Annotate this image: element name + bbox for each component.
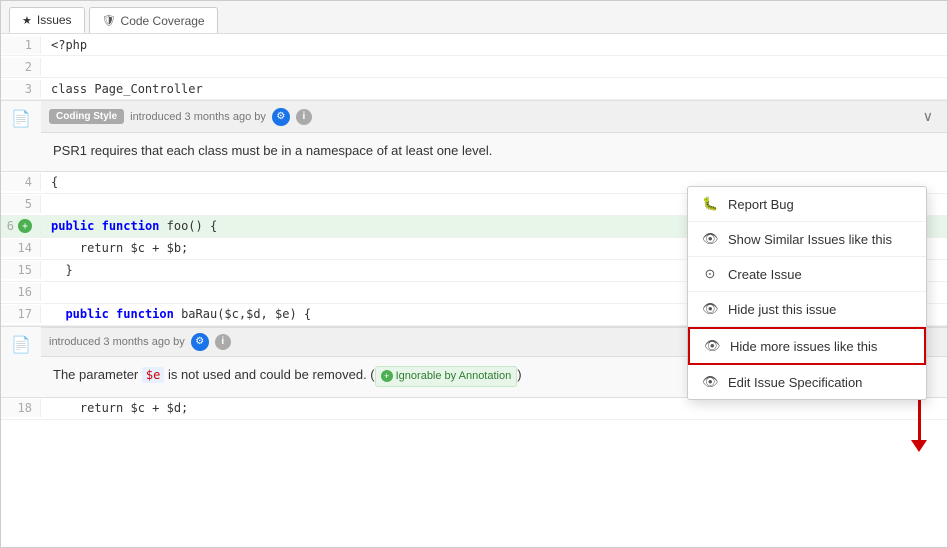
tab-issues[interactable]: ★ Issues: [9, 7, 85, 33]
line-num-16: 16: [1, 283, 41, 301]
report-bug-icon: 🐛: [702, 196, 718, 212]
edit-spec-icon: 👁: [702, 374, 718, 390]
plus-badge-6: +: [18, 219, 32, 233]
hide-just-label: Hide just this issue: [728, 302, 836, 317]
code-line-2: 2: [1, 56, 947, 78]
edit-spec-label: Edit Issue Specification: [728, 375, 862, 390]
doc-icon-2: 📄: [11, 335, 31, 355]
issue1-header: Coding Style introduced 3 months ago by …: [41, 101, 947, 133]
issue1-banner: 📄 Coding Style introduced 3 months ago b…: [1, 100, 947, 172]
line-num-2: 2: [1, 58, 41, 76]
dropdown-item-hide-more[interactable]: 👁 Hide more issues like this: [688, 327, 926, 365]
line-num-14: 14: [1, 239, 41, 257]
issue2-msg-prefix: The parameter: [53, 367, 142, 382]
line-num-18: 18: [1, 399, 41, 417]
dropdown-menu: 🐛 Report Bug 👁 Show Similar Issues like …: [687, 186, 927, 400]
line-content-3: class Page_Controller: [41, 80, 947, 98]
coverage-icon: 🛡: [102, 14, 116, 27]
main-container: ★ Issues 🛡 Code Coverage 1 <?php 2 3 cla…: [0, 0, 948, 548]
hide-more-icon: 👁: [704, 338, 720, 354]
line-num-17: 17: [1, 305, 41, 323]
code-line-18: 18 return $c + $d;: [1, 398, 947, 420]
tab-coverage[interactable]: 🛡 Code Coverage: [89, 7, 218, 33]
dropdown-item-create-issue[interactable]: ⊙ Create Issue: [688, 257, 926, 292]
tab-issues-label: Issues: [37, 13, 72, 27]
issue1-header-left: Coding Style introduced 3 months ago by …: [49, 108, 909, 126]
show-similar-label: Show Similar Issues like this: [728, 232, 892, 247]
issue1-row: 📄 Coding Style introduced 3 months ago b…: [1, 101, 947, 171]
line-content-1: <?php: [41, 36, 947, 54]
code-line-1: 1 <?php: [1, 34, 947, 56]
issue2-msg-suffix: is not used and could be removed. (: [164, 367, 374, 382]
line-num-15: 15: [1, 261, 41, 279]
report-bug-label: Report Bug: [728, 197, 794, 212]
annotation-plus-icon: +: [381, 370, 393, 382]
issues-icon: ★: [22, 14, 32, 27]
line-num-6: 6+: [1, 217, 41, 235]
doc-icon-1: 📄: [11, 109, 31, 129]
line-content-2: [41, 65, 947, 69]
issue2-doc-col: 📄: [1, 327, 41, 397]
user-icon-1: ⚙: [272, 108, 290, 126]
dropdown-item-show-similar[interactable]: 👁 Show Similar Issues like this: [688, 222, 926, 257]
dropdown-item-report-bug[interactable]: 🐛 Report Bug: [688, 187, 926, 222]
create-issue-label: Create Issue: [728, 267, 802, 282]
info-icon-1[interactable]: i: [296, 109, 312, 125]
line-num-1: 1: [1, 36, 41, 54]
issue1-content: Coding Style introduced 3 months ago by …: [41, 101, 947, 171]
issue1-doc-col: 📄: [1, 101, 41, 171]
hide-just-icon: 👁: [702, 301, 718, 317]
create-issue-icon: ⊙: [702, 266, 718, 282]
line-num-4: 4: [1, 173, 41, 191]
issue2-msg-end: ): [517, 367, 521, 382]
dropdown-item-hide-just[interactable]: 👁 Hide just this issue: [688, 292, 926, 327]
issue1-chevron[interactable]: ∨: [917, 106, 939, 127]
issue1-message: PSR1 requires that each class must be in…: [41, 133, 947, 171]
show-similar-icon: 👁: [702, 231, 718, 247]
code-line-3: 3 class Page_Controller: [1, 78, 947, 100]
line-num-5: 5: [1, 195, 41, 213]
tab-coverage-label: Code Coverage: [121, 14, 205, 28]
code-area-bottom: 18 return $c + $d;: [1, 398, 947, 420]
info-icon-2[interactable]: i: [215, 334, 231, 350]
issue2-inline-code: $e: [142, 367, 164, 383]
annotation-text: Ignorable by Annotation: [396, 368, 512, 385]
line-content-18: return $c + $d;: [41, 399, 947, 417]
issue1-introduced: introduced 3 months ago by: [130, 111, 266, 123]
arrow-head: [911, 440, 927, 452]
annotation-badge[interactable]: +Ignorable by Annotation: [375, 366, 518, 387]
user-icon-2: ⚙: [191, 333, 209, 351]
tabs-bar: ★ Issues 🛡 Code Coverage: [1, 1, 947, 34]
code-area-top: 1 <?php 2 3 class Page_Controller: [1, 34, 947, 100]
hide-more-label: Hide more issues like this: [730, 339, 877, 354]
issue2-introduced: introduced 3 months ago by: [49, 336, 185, 348]
dropdown-item-edit-spec[interactable]: 👁 Edit Issue Specification: [688, 365, 926, 399]
coding-style-badge: Coding Style: [49, 109, 124, 124]
line-num-3: 3: [1, 80, 41, 98]
